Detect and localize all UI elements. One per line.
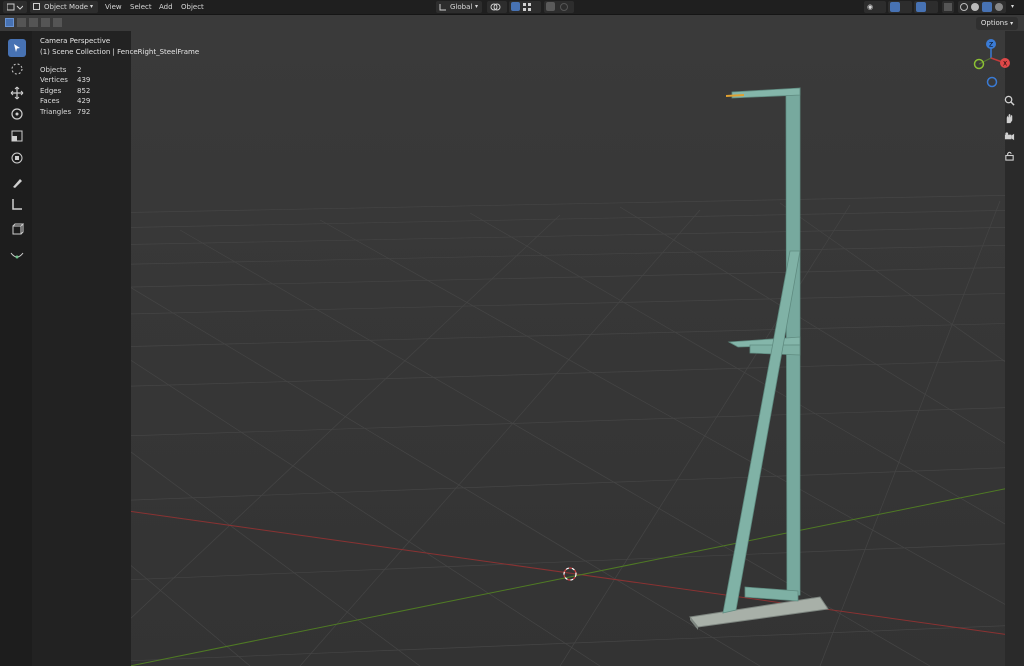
collection-path: (1) Scene Collection | FenceRight_SteelF… [40,48,200,56]
xray-icon [944,3,952,11]
view-name: Camera Perspective [40,37,111,45]
object-mode-icon [33,3,40,10]
cursor-tool[interactable] [8,60,26,78]
camera-view-icon[interactable] [1002,129,1016,143]
rotate-tool[interactable] [8,105,26,123]
select-mode-extend-icon[interactable] [17,18,26,27]
stat-label: Vertices [40,76,68,84]
scale-icon [11,130,23,142]
stat-value: 792 [77,108,91,116]
orientation-label: Global [450,3,473,11]
right-region [1005,31,1024,666]
measure-tool[interactable] [8,195,26,213]
transform-tool[interactable] [8,149,26,167]
mode-label: Object Mode [44,3,89,11]
chevron-down-icon: ▾ [475,3,479,10]
stat-value: 429 [77,97,91,105]
stat-value: 852 [77,87,91,95]
options-dropdown[interactable]: Options ▾ [976,17,1018,30]
snap-grid-icon [523,3,531,11]
scale-tool[interactable] [8,127,26,145]
stat-label: Triangles [40,108,72,116]
zoom-icon[interactable] [1002,93,1016,107]
pan-hand-icon[interactable] [1002,111,1016,125]
chevron-down-icon: ▾ [90,3,94,10]
move-tool[interactable] [8,84,26,102]
overlays-toggle[interactable] [914,1,938,13]
stat-label: Edges [40,87,62,95]
stat-label: Faces [40,97,60,105]
rotate-icon [11,108,23,120]
pencil-icon [13,179,22,188]
proportional-dot-icon [546,2,555,11]
select-mode-invert-icon[interactable] [41,18,50,27]
neg-z-axis-handle[interactable] [986,76,998,88]
select-box-tool[interactable] [8,39,26,57]
mode-selector[interactable]: Object Mode ▾ [30,1,98,13]
chevron-down-icon: ▾ [1010,20,1014,27]
z-axis-label: Z [989,42,993,49]
magnet-icon [511,2,520,11]
menu-select[interactable]: Select [130,0,152,14]
select-mode-bar [0,15,1024,31]
editor-type-icon [7,3,23,11]
navigation-gizmo[interactable]: Z X [968,34,1018,94]
rendered-shading-icon[interactable] [995,3,1003,11]
select-mode-intersect-icon[interactable] [53,18,62,27]
menu-object[interactable]: Object [181,0,204,14]
tool-shelf [0,31,32,666]
select-mode-new-icon[interactable] [5,18,14,27]
proportional-editing-toggle[interactable] [544,1,574,13]
falloff-icon [560,3,568,11]
stat-value: 439 [77,76,91,84]
move-arrows-icon [10,86,24,100]
eye-icon: ◉ [867,3,874,11]
annotate-tool[interactable] [8,174,26,192]
viewport-canvas [0,15,1024,666]
visibility-selector[interactable]: ◉ [864,1,886,13]
curve-icon [10,252,24,259]
gizmo-icon [890,2,900,12]
menu-view[interactable]: View [105,0,122,14]
pivot-icon [490,3,501,11]
curve-tool[interactable] [8,245,26,263]
editor-type-button[interactable] [3,1,27,13]
transform-icon [11,152,23,164]
xray-toggle[interactable] [942,1,954,13]
menu-add[interactable]: Add [159,0,173,14]
pivot-point-selector[interactable] [487,1,507,13]
solid-shading-icon[interactable] [971,3,979,11]
overlay-icon [916,2,926,12]
material-shading-icon[interactable] [982,2,992,12]
viewport-header: Object Mode ▾ View Select Add Object Glo… [0,0,1024,15]
ruler-icon [12,199,22,210]
select-mode-subtract-icon[interactable] [29,18,38,27]
snap-toggle[interactable] [509,1,541,13]
wireframe-shading-icon[interactable] [960,3,968,11]
shading-mode-group[interactable] [958,1,1006,13]
stat-value: 2 [77,66,82,74]
chevron-down-icon[interactable]: ▾ [1011,0,1014,14]
3d-viewport[interactable] [0,15,1024,666]
gizmo-toggle[interactable] [888,1,912,13]
options-label: Options [980,19,1008,27]
x-axis-label: X [1003,61,1007,68]
cursor-arrow-icon [14,44,20,52]
stat-label: Objects [40,66,67,74]
transform-orientation-selector[interactable]: Global ▾ [436,1,482,13]
orientation-icon [439,4,446,11]
cube-icon [12,223,24,235]
3d-cursor-icon [11,63,23,75]
add-cube-tool[interactable] [8,220,26,238]
lock-camera-icon[interactable] [1002,148,1016,162]
